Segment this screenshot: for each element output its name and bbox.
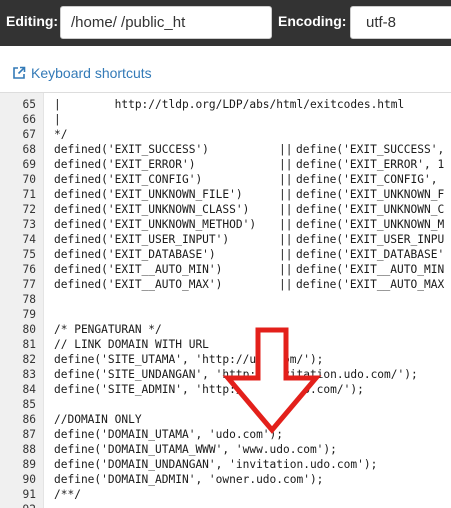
line-number: 90 [22,473,36,486]
code-line[interactable]: 75 defined('EXIT_DATABASE') || define('EXIT… [0,247,451,262]
external-link-icon [13,66,26,79]
code-text: defined('EXIT_ERROR') [54,158,196,171]
or-operator: || [279,158,293,171]
line-number: 69 [22,158,36,171]
or-operator: || [279,173,293,186]
code-text: defined('EXIT_UNKNOWN_FILE') [54,188,243,201]
code-text: */ [54,128,68,141]
encoding-select[interactable]: utf-8 [350,6,451,39]
line-number: 81 [22,338,36,351]
code-text-continued: define('EXIT__AUTO_MIN [296,263,445,276]
or-operator: || [279,143,293,156]
code-text: /* PENGATURAN */ [54,323,162,336]
editor-toolbar: Editing: /home/ /public_ht Encoding: utf… [0,0,451,46]
line-number: 82 [22,353,36,366]
encoding-label: Encoding: [278,13,347,29]
file-path-input[interactable]: /home/ /public_ht [60,6,272,39]
keyboard-shortcuts-label: Keyboard shortcuts [31,65,152,81]
keyboard-shortcuts-link[interactable]: Keyboard shortcuts [12,63,152,83]
code-line[interactable]: 68 defined('EXIT_SUCCESS') || define('EXIT_… [0,142,451,157]
code-text: | http://tldp.org/LDP/abs/html/exitcodes… [54,98,405,111]
line-number: 73 [22,218,36,231]
code-text-continued: define('EXIT_UNKNOWN_C [296,203,445,216]
line-number: 75 [22,248,36,261]
code-text: defined('EXIT_UNKNOWN_CLASS') [54,203,250,216]
code-line[interactable]: 91 /**/ [0,487,451,502]
code-text: define('DOMAIN_ADMIN', 'owner.udo.com'); [54,473,324,486]
line-number: 67 [22,128,36,141]
line-number: 89 [22,458,36,471]
or-operator: || [279,203,293,216]
code-line[interactable]: 89 define('DOMAIN_UNDANGAN', 'invitation.… [0,457,451,472]
code-line[interactable]: 67 */ [0,127,451,142]
code-text-continued: define('EXIT_UNKNOWN_F [296,188,445,201]
code-line[interactable]: 88 define('DOMAIN_UTAMA_WWW', 'www.udo.co… [0,442,451,457]
code-text: | [54,113,61,126]
line-number: 74 [22,233,36,246]
line-number: 85 [22,398,36,411]
code-line[interactable]: 65 | http://tldp.org/LDP/abs/html/exitcod… [0,97,451,112]
or-operator: || [279,188,293,201]
code-text: defined('EXIT_CONFIG') [54,173,203,186]
code-line[interactable]: 74 defined('EXIT_USER_INPUT') || define('EX… [0,232,451,247]
code-line[interactable]: 77 defined('EXIT__AUTO_MAX') || define('EXI… [0,277,451,292]
code-editor[interactable]: 65 | http://tldp.org/LDP/abs/html/exitcod… [0,92,451,508]
code-line[interactable]: 78 [0,292,451,307]
line-number: 80 [22,323,36,336]
code-line[interactable]: 69 defined('EXIT_ERROR') || define('EXIT_ER… [0,157,451,172]
code-text: /**/ [54,488,81,501]
line-number: 78 [22,293,36,306]
code-line[interactable]: 72 defined('EXIT_UNKNOWN_CLASS') || define(… [0,202,451,217]
code-line[interactable]: 71 defined('EXIT_UNKNOWN_FILE') || define('… [0,187,451,202]
code-text: defined('EXIT__AUTO_MIN') [54,263,223,276]
line-number: 71 [22,188,36,201]
code-line[interactable]: 73 defined('EXIT_UNKNOWN_METHOD') || define… [0,217,451,232]
line-number: 87 [22,428,36,441]
line-number: 92 [0,502,36,508]
editing-label: Editing: [6,13,59,29]
line-number: 68 [22,143,36,156]
line-number: 79 [22,308,36,321]
line-number: 88 [22,443,36,456]
code-text: define('DOMAIN_UTAMA_WWW', 'www.udo.com'… [54,443,337,456]
code-line[interactable]: 70 defined('EXIT_CONFIG') || define('EXIT_C… [0,172,451,187]
code-text: defined('EXIT_SUCCESS') [54,143,209,156]
line-number: 84 [22,383,36,396]
code-line[interactable]: 66 | [0,112,451,127]
code-line[interactable]: 79 [0,307,451,322]
line-number: 70 [22,173,36,186]
code-text: defined('EXIT_USER_INPUT') [54,233,230,246]
code-text: defined('EXIT_UNKNOWN_METHOD') [54,218,257,231]
code-text-continued: define('EXIT_CONFIG', [296,173,438,186]
code-text: define('DOMAIN_UNDANGAN', 'invitation.ud… [54,458,378,471]
code-line[interactable]: 92 [0,502,451,508]
code-text-continued: define('EXIT_SUCCESS', [296,143,445,156]
code-text-continued: define('EXIT__AUTO_MAX [296,278,445,291]
line-number: 66 [22,113,36,126]
line-number: 91 [22,488,36,501]
line-number: 65 [22,98,36,111]
line-number: 76 [22,263,36,276]
line-number: 83 [22,368,36,381]
or-operator: || [279,248,293,261]
code-line[interactable]: 90 define('DOMAIN_ADMIN', 'owner.udo.com'… [0,472,451,487]
or-operator: || [279,218,293,231]
code-text: //DOMAIN ONLY [54,413,142,426]
or-operator: || [279,263,293,276]
or-operator: || [279,233,293,246]
code-line[interactable]: 76 defined('EXIT__AUTO_MIN') || define('EXI… [0,262,451,277]
line-number: 77 [22,278,36,291]
code-text: defined('EXIT__AUTO_MAX') [54,278,223,291]
code-text-continued: define('EXIT_USER_INPU [296,233,445,246]
code-text-continued: define('EXIT_ERROR', 1 [296,158,445,171]
code-text-continued: define('EXIT_UNKNOWN_M [296,218,445,231]
code-text: // LINK DOMAIN WITH URL [54,338,209,351]
or-operator: || [279,278,293,291]
code-text-continued: define('EXIT_DATABASE' [296,248,445,261]
line-number: 86 [22,413,36,426]
line-number: 72 [22,203,36,216]
red-arrow-annotation [222,327,322,434]
code-text: defined('EXIT_DATABASE') [54,248,216,261]
